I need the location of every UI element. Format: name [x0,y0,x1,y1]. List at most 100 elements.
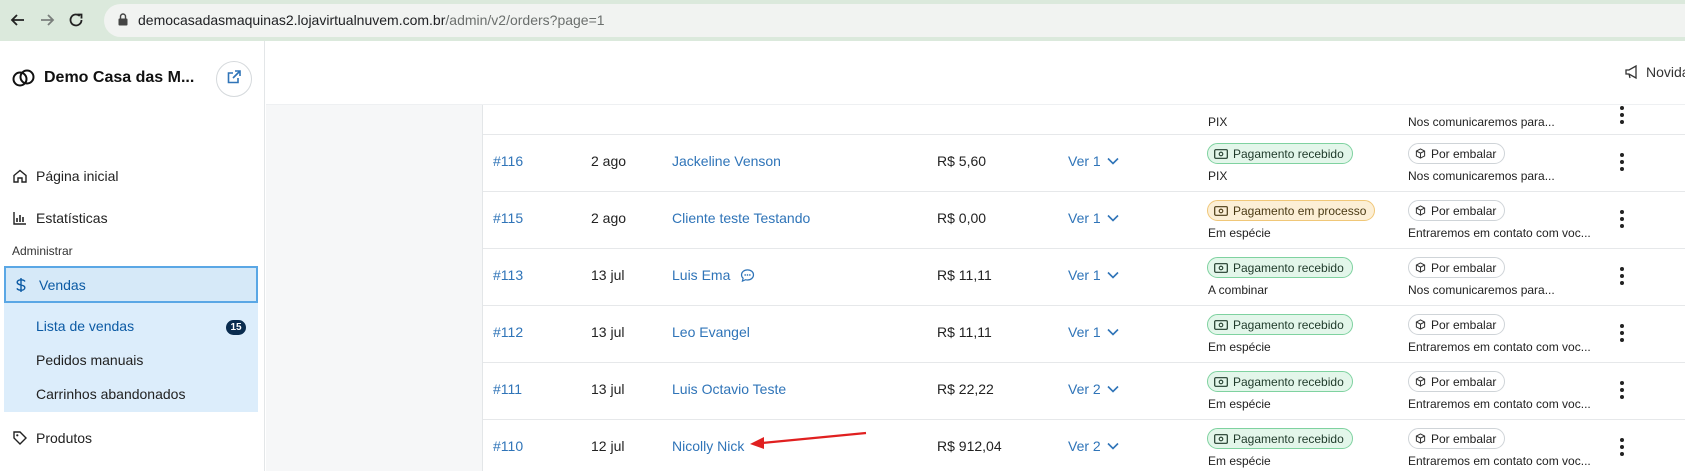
order-number-link[interactable]: #112 [493,324,523,340]
back-arrow-icon[interactable] [8,10,28,30]
sidebar-subitem-lista-de-vendas[interactable]: Lista de vendas [36,318,134,334]
order-date: 2 ago [591,210,627,226]
chevron-down-icon [1107,442,1119,450]
order-date: 13 jul [591,381,625,397]
order-number-link[interactable]: #113 [493,267,523,283]
row-menu-kebab-icon[interactable] [1619,324,1625,342]
order-date: 2 ago [591,153,627,169]
forward-arrow-icon[interactable] [37,10,57,30]
payment-status-label: Pagamento recebido [1233,260,1344,275]
order-date: 13 jul [591,324,625,340]
client-name: Luis Octavio Teste [672,381,787,397]
payment-method: PIX [1208,169,1228,183]
sidebar-subitem-carrinhos-abandonados[interactable]: Carrinhos abandonados [36,386,185,402]
table-row-partial[interactable]: PIX Nos comunicaremos para... [483,105,1685,135]
view-items-dropdown[interactable]: Ver 1 [1068,210,1119,226]
table-row[interactable]: #111 13 jul Luis Octavio Teste R$ 22,22 Ver … [483,363,1685,420]
chevron-down-icon [1107,328,1119,336]
row-menu-kebab-icon[interactable] [1619,267,1625,285]
box-icon [1415,205,1426,216]
client-name: Luis Ema [672,267,731,283]
table-row[interactable]: #116 2 ago Jackeline Venson R$ 5,60 Ver 1 Pag… [483,135,1685,192]
view-items-dropdown[interactable]: Ver 1 [1068,153,1119,169]
shipping-status-label: Por embalar [1431,260,1497,275]
store-name: Demo Casa das M... [44,69,195,86]
url-path: /admin/v2/orders?page=1 [445,12,605,28]
shipping-note: Entraremos em contato com voc... [1408,226,1591,240]
chat-bubble-icon[interactable] [740,268,755,283]
browser-toolbar: democasadasmaquinas2.lojavirtualnuvem.co… [0,0,1685,41]
client-name-link[interactable]: Luis Ema [672,267,755,283]
view-items-label: Ver 2 [1068,438,1101,454]
order-number-link[interactable]: #111 [493,381,522,397]
row-menu-kebab-icon[interactable] [1619,381,1625,399]
client-name-link[interactable]: Jackeline Venson [672,153,781,169]
open-store-button[interactable] [216,61,252,97]
view-items-dropdown[interactable]: Ver 2 [1068,381,1119,397]
novidades-label: Novida [1646,64,1685,80]
chevron-down-icon [1107,271,1119,279]
sidebar-item-home[interactable]: Página inicial [12,164,119,188]
sidebar-subitem-pedidos-manuais[interactable]: Pedidos manuais [36,352,143,368]
order-total: R$ 912,04 [937,438,1002,454]
payment-status-label: Pagamento recebido [1233,146,1344,161]
payment-status-badge: Pagamento recebido [1207,143,1353,164]
client-name-link[interactable]: Nicolly Nick [672,438,744,454]
table-row[interactable]: #112 13 jul Leo Evangel R$ 11,11 Ver 1 Pagame… [483,306,1685,363]
shipping-status-badge: Por embalar [1408,428,1506,449]
sidebar-item-vendas[interactable]: Vendas [4,266,258,303]
shipping-status-label: Por embalar [1431,431,1497,446]
order-date: 13 jul [591,267,625,283]
view-items-dropdown[interactable]: Ver 1 [1068,267,1119,283]
chevron-down-icon [1107,385,1119,393]
address-bar[interactable]: democasadasmaquinas2.lojavirtualnuvem.co… [104,4,1685,37]
box-icon [1415,262,1426,273]
shipping-note: Nos comunicaremos para... [1408,169,1555,183]
order-number-link[interactable]: #115 [493,210,523,226]
shipping-status-badge: Por embalar [1408,371,1506,392]
banknote-icon [1214,205,1228,216]
box-icon [1415,319,1426,330]
order-number-link[interactable]: #116 [493,153,523,169]
url-text[interactable]: democasadasmaquinas2.lojavirtualnuvem.co… [138,12,605,28]
client-name-link[interactable]: Luis Octavio Teste [672,381,786,397]
megaphone-icon [1624,64,1640,80]
client-name-link[interactable]: Leo Evangel [672,324,750,340]
row-menu-kebab-icon[interactable] [1619,106,1625,124]
reload-icon[interactable] [66,10,86,30]
view-items-label: Ver 1 [1068,153,1101,169]
view-items-dropdown[interactable]: Ver 1 [1068,324,1119,340]
shipping-status-badge: Por embalar [1408,200,1506,221]
view-items-dropdown[interactable]: Ver 2 [1068,438,1119,454]
view-items-label: Ver 2 [1068,381,1101,397]
row-menu-kebab-icon[interactable] [1619,438,1625,456]
sidebar-item-label: Produtos [36,430,93,446]
sidebar-item-produtos[interactable]: Produtos [12,426,92,450]
payment-status-label: Pagamento recebido [1233,317,1344,332]
view-items-label: Ver 1 [1068,324,1101,340]
banknote-icon [1214,148,1228,159]
table-row[interactable]: #110 12 jul Nicolly Nick R$ 912,04 Ver 2 Paga… [483,420,1685,471]
table-row[interactable]: #115 2 ago Cliente teste Testando R$ 0,00 Ve… [483,192,1685,249]
banknote-icon [1214,376,1228,387]
client-name-link[interactable]: Cliente teste Testando [672,210,810,226]
external-link-icon [226,69,242,90]
sidebar-item-statistics[interactable]: Estatísticas [12,206,108,230]
novidades-button[interactable]: Novida [1624,64,1685,80]
client-name: Leo Evangel [672,324,750,340]
shipping-status-badge: Por embalar [1408,257,1506,278]
payment-method: Em espécie [1208,226,1271,240]
client-name: Nicolly Nick [672,438,745,454]
shipping-status-badge: Por embalar [1408,314,1506,335]
payment-method: PIX [1208,115,1228,129]
table-row[interactable]: #113 13 jul Luis Ema R$ 11,11 Ver 1 Pagamento… [483,249,1685,306]
shipping-status-label: Por embalar [1431,317,1497,332]
order-number-link[interactable]: #110 [493,438,523,454]
payment-method: A combinar [1208,283,1269,297]
tag-icon [12,430,28,446]
row-menu-kebab-icon[interactable] [1619,210,1625,228]
banknote-icon [1214,319,1228,330]
banknote-icon [1214,433,1228,444]
row-menu-kebab-icon[interactable] [1619,153,1625,171]
order-total: R$ 5,60 [937,153,987,169]
